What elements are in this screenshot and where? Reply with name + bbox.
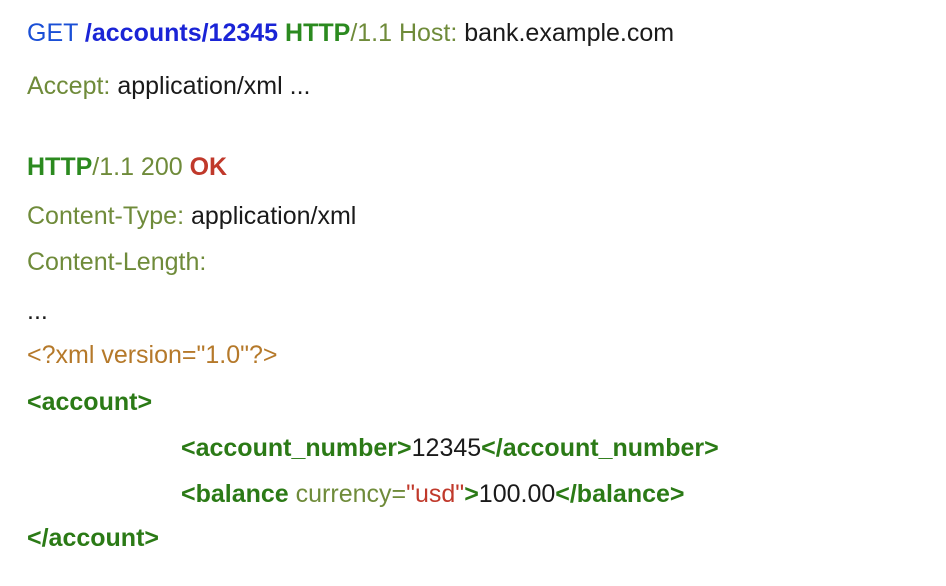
request-protocol: HTTP [285, 19, 351, 47]
accept-header-line: Accept: application/xml ... [27, 70, 310, 102]
account-number-open-tag: <account_number> [181, 434, 412, 462]
body-ellipsis-line: ... [27, 295, 48, 327]
request-line: GET /accounts/12345 HTTP/1.1 Host: bank.… [27, 17, 674, 49]
status-line: HTTP/1.1 200 OK [27, 151, 227, 183]
balance-attr-value: "usd" [406, 480, 465, 508]
balance-open-tag-end: > [464, 480, 479, 508]
balance-line: <balance currency="usd">100.00</balance> [181, 478, 685, 510]
balance-value: 100.00 [478, 480, 556, 508]
body-ellipsis: ... [27, 297, 48, 325]
xml-declaration-line: <?xml version="1.0"?> [27, 339, 278, 371]
account-close-tag: </account> [27, 524, 159, 552]
account-close-line: </account> [27, 522, 159, 554]
content-length-line: Content-Length: [27, 246, 206, 278]
account-number-line: <account_number>12345</account_number> [181, 432, 719, 464]
account-number-value: 12345 [411, 434, 482, 462]
balance-open-tag-start: <balance [181, 480, 289, 508]
request-path: /accounts/12345 [84, 19, 279, 47]
response-version-status: /1.1 200 [92, 153, 183, 181]
content-type-value: application/xml [184, 202, 357, 230]
host-header-value: bank.example.com [457, 19, 675, 47]
accept-header-name: Accept: [27, 72, 111, 100]
http-xml-example: GET /accounts/12345 HTTP/1.1 Host: bank.… [27, 0, 927, 586]
request-method: GET [27, 19, 78, 47]
response-status-text: OK [189, 153, 228, 181]
accept-header-value: application/xml ... [110, 72, 311, 100]
content-type-line: Content-Type: application/xml [27, 200, 356, 232]
content-length-name: Content-Length: [27, 248, 207, 276]
balance-attr-name: currency= [288, 480, 407, 508]
host-header-name: Host: [398, 19, 458, 47]
xml-declaration: <?xml version="1.0"?> [27, 341, 278, 369]
account-number-close-tag: </account_number> [481, 434, 719, 462]
balance-close-tag: </balance> [555, 480, 685, 508]
content-type-name: Content-Type: [27, 202, 185, 230]
request-version: /1.1 [350, 19, 393, 47]
response-protocol: HTTP [27, 153, 93, 181]
account-open-line: <account> [27, 386, 152, 418]
account-open-tag: <account> [27, 388, 153, 416]
